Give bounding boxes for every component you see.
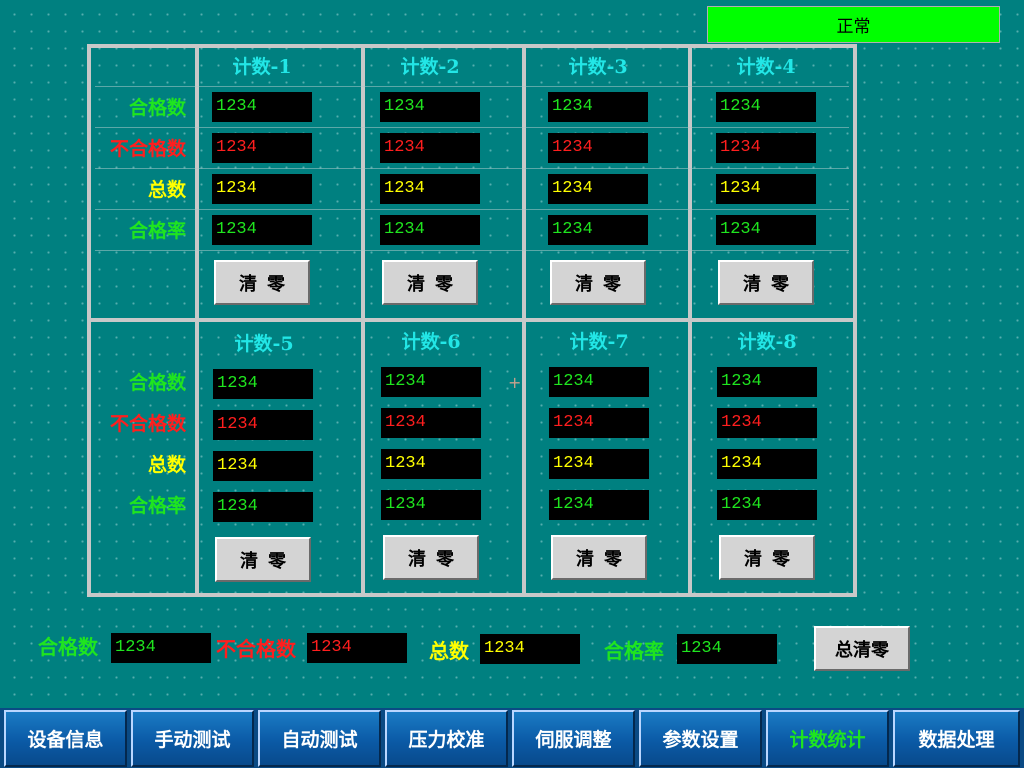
clear-button[interactable]: 清零 — [550, 260, 646, 305]
pass-rate-value: 1234 — [381, 490, 481, 520]
label-fail: 不合格数 — [109, 413, 186, 435]
pass-rate-value: 1234 — [548, 215, 648, 245]
fail-count-value: 1234 — [716, 133, 816, 163]
status-indicator: 正常 — [707, 6, 1000, 43]
summary-rate-label: 合格率 — [604, 639, 664, 663]
summary-rate-value: 1234 — [677, 634, 777, 664]
nav-device-info[interactable]: 设备信息 — [4, 710, 127, 767]
total-count-value: 1234 — [380, 174, 480, 204]
clear-button[interactable]: 清零 — [551, 535, 647, 580]
nav-param-settings[interactable]: 参数设置 — [639, 710, 762, 767]
total-count-value: 1234 — [213, 451, 313, 481]
nav-servo-adjust[interactable]: 伺服调整 — [512, 710, 635, 767]
pass-rate-value: 1234 — [213, 492, 313, 522]
nav-manual-test[interactable]: 手动测试 — [131, 710, 254, 767]
pass-rate-value: 1234 — [717, 490, 817, 520]
fail-count-value: 1234 — [212, 133, 312, 163]
nav-auto-test[interactable]: 自动测试 — [258, 710, 381, 767]
fail-count-value: 1234 — [549, 408, 649, 438]
fail-count-value: 1234 — [548, 133, 648, 163]
total-count-value: 1234 — [717, 449, 817, 479]
fail-count-value: 1234 — [717, 408, 817, 438]
nav-pressure-calib[interactable]: 压力校准 — [385, 710, 508, 767]
counter-title: 计数-3 — [568, 56, 628, 78]
clear-button[interactable]: 清零 — [382, 260, 478, 305]
clear-button[interactable]: 清零 — [383, 535, 479, 580]
label-total: 总数 — [147, 454, 186, 476]
total-count-value: 1234 — [381, 449, 481, 479]
pass-count-value: 1234 — [381, 367, 481, 397]
summary-total-label: 总数 — [429, 639, 469, 663]
pass-rate-value: 1234 — [549, 490, 649, 520]
total-count-value: 1234 — [549, 449, 649, 479]
total-count-value: 1234 — [548, 174, 648, 204]
summary-pass-value: 1234 — [111, 633, 211, 663]
total-count-value: 1234 — [212, 174, 312, 204]
pass-count-value: 1234 — [380, 92, 480, 122]
counter-title: 计数-1 — [232, 56, 292, 78]
clear-button[interactable]: 清零 — [215, 537, 311, 582]
counter-title: 计数-6 — [401, 331, 461, 353]
grid-divider — [91, 318, 853, 322]
counter-title: 计数-5 — [234, 333, 294, 355]
nav-data-processing[interactable]: 数据处理 — [893, 710, 1020, 767]
pass-count-value: 1234 — [213, 369, 313, 399]
label-rate: 合格率 — [128, 220, 186, 242]
label-pass: 合格数 — [128, 372, 186, 394]
counter-title: 计数-8 — [737, 331, 797, 353]
summary-fail-label: 不合格数 — [216, 637, 296, 661]
label-rate: 合格率 — [128, 495, 186, 517]
nav-count-stats[interactable]: 计数统计 — [766, 710, 889, 767]
counter-title: 计数-4 — [736, 56, 796, 78]
fail-count-value: 1234 — [381, 408, 481, 438]
label-pass: 合格数 — [128, 97, 186, 119]
cursor-crosshair-icon: + — [508, 373, 522, 392]
counter-title: 计数-2 — [400, 56, 460, 78]
total-count-value: 1234 — [716, 174, 816, 204]
pass-count-value: 1234 — [716, 92, 816, 122]
pass-count-value: 1234 — [212, 92, 312, 122]
clear-all-button[interactable]: 总清零 — [814, 626, 910, 671]
clear-button[interactable]: 清零 — [214, 260, 310, 305]
fail-count-value: 1234 — [213, 410, 313, 440]
fail-count-value: 1234 — [380, 133, 480, 163]
summary-total-value: 1234 — [480, 634, 580, 664]
pass-rate-value: 1234 — [380, 215, 480, 245]
clear-button[interactable]: 清零 — [718, 260, 814, 305]
label-fail: 不合格数 — [109, 138, 186, 160]
summary-fail-value: 1234 — [307, 633, 407, 663]
pass-count-value: 1234 — [548, 92, 648, 122]
summary-pass-label: 合格数 — [38, 635, 98, 659]
pass-count-value: 1234 — [549, 367, 649, 397]
clear-button[interactable]: 清零 — [719, 535, 815, 580]
counter-title: 计数-7 — [569, 331, 629, 353]
bottom-nav: 设备信息 手动测试 自动测试 压力校准 伺服调整 参数设置 计数统计 数据处理 — [0, 708, 1024, 768]
pass-rate-value: 1234 — [716, 215, 816, 245]
label-total: 总数 — [147, 179, 186, 201]
pass-count-value: 1234 — [717, 367, 817, 397]
pass-rate-value: 1234 — [212, 215, 312, 245]
